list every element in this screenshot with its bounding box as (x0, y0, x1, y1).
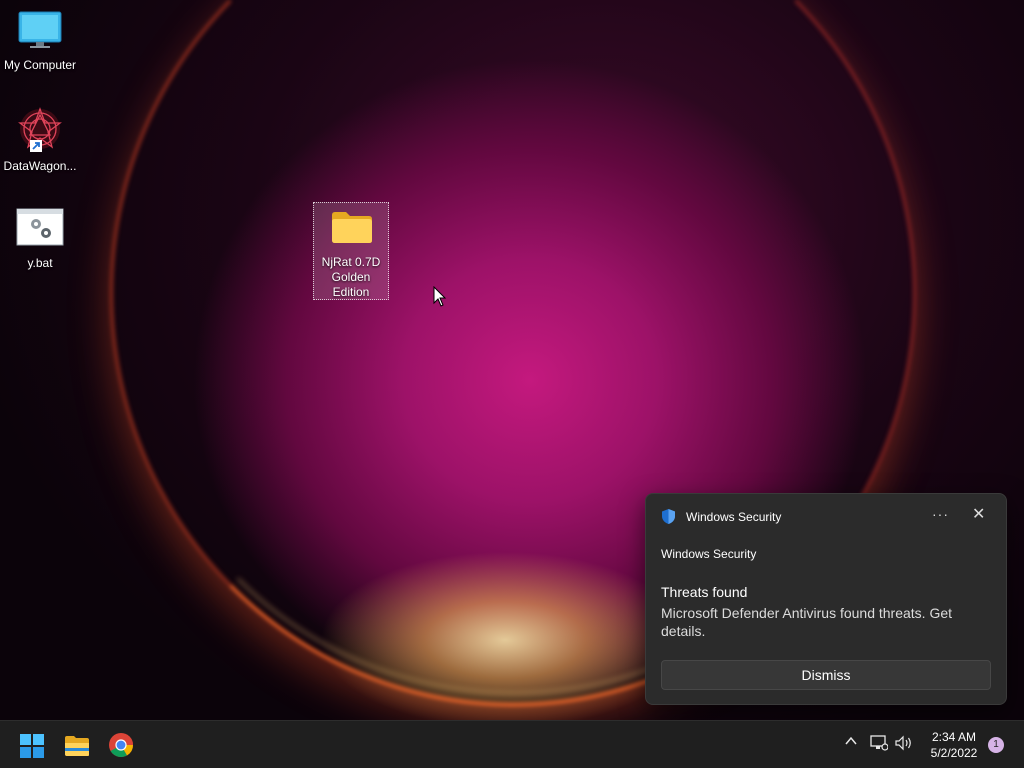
desktop-icon-label: My Computer (3, 58, 77, 72)
toast-title: Threats found (661, 584, 748, 600)
toast-header: Windows Security (661, 508, 781, 525)
security-toast[interactable]: Windows Security ··· ✕ Windows Security … (645, 493, 1007, 705)
desktop-icon-datawagon[interactable]: DataWagon... (0, 105, 80, 174)
desktop-icon-label: y.bat (27, 256, 53, 270)
taskbar: 2:34 AM 5/2/2022 1 (0, 720, 1024, 768)
chrome-icon[interactable] (108, 732, 134, 758)
clock-date: 5/2/2022 (930, 746, 978, 760)
app-shortcut-icon (18, 107, 62, 152)
network-icon[interactable] (870, 735, 889, 754)
start-icon[interactable] (19, 733, 45, 759)
clock-time: 2:34 AM (931, 730, 977, 744)
notification-badge[interactable]: 1 (988, 737, 1004, 753)
volume-icon[interactable] (894, 735, 914, 754)
shield-icon (662, 509, 675, 524)
chevron-up-icon[interactable] (844, 734, 858, 751)
desktop-icon-njrat-folder[interactable]: NjRat 0.7D Golden Edition (313, 202, 389, 300)
desktop-icon-my-computer[interactable]: My Computer (0, 10, 80, 73)
mouse-cursor-icon (433, 286, 447, 307)
monitor-icon (18, 11, 62, 48)
more-options-icon[interactable]: ··· (932, 506, 949, 522)
batch-file-icon (16, 208, 64, 246)
toast-body[interactable]: Microsoft Defender Antivirus found threa… (661, 604, 981, 640)
desktop-icon-label: DataWagon... (3, 159, 77, 173)
toast-app-name: Windows Security (686, 509, 782, 524)
clock[interactable]: 2:34 AM 5/2/2022 (924, 729, 984, 761)
close-icon[interactable]: ✕ (972, 504, 985, 524)
folder-icon (332, 212, 372, 243)
toast-source: Windows Security (661, 547, 757, 561)
dismiss-button[interactable]: Dismiss (661, 660, 991, 690)
desktop-icon-label: NjRat 0.7D Golden Edition (321, 255, 381, 299)
file-explorer-icon[interactable] (64, 733, 90, 759)
desktop-icon-y-bat[interactable]: y.bat (0, 208, 80, 271)
